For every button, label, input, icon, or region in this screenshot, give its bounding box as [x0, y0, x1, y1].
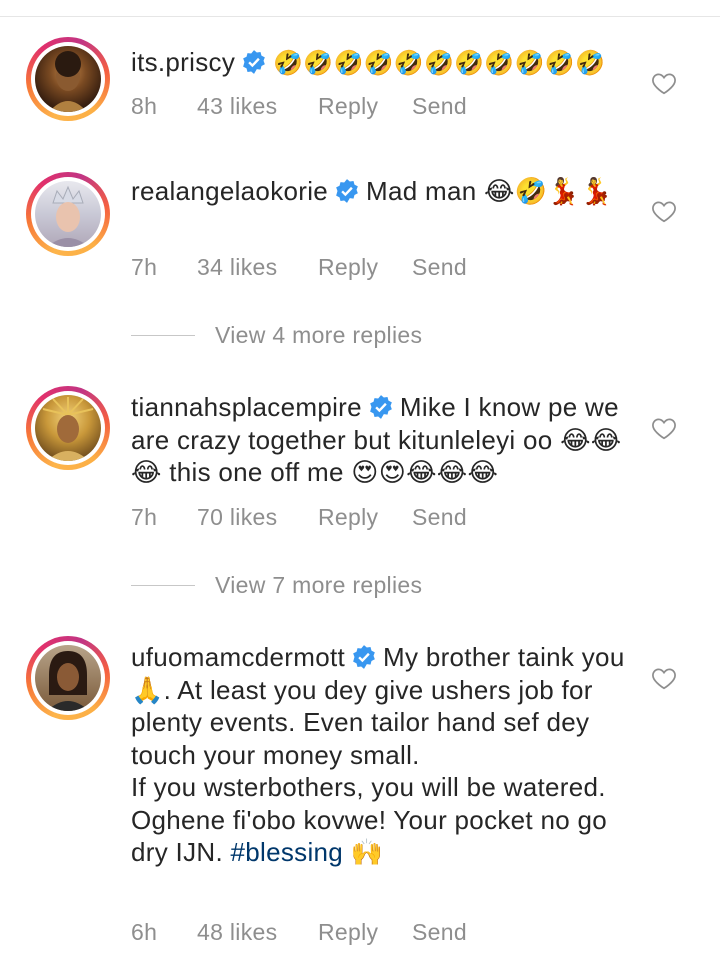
comment-meta: 6h 48 likes Reply Send	[131, 919, 467, 946]
like-heart-icon[interactable]	[651, 666, 677, 690]
comment-time: 7h	[131, 504, 158, 530]
comment-emoji: 🙌	[343, 837, 384, 867]
comment-likes[interactable]: 70 likes	[197, 504, 318, 531]
verified-badge-icon	[243, 50, 265, 74]
comment-time: 7h	[131, 254, 158, 280]
comment-text: tiannahsplacempire Mike I know pe we are …	[131, 391, 631, 489]
comment-text: ufuomamcdermott My brother taink you 🙏. A…	[131, 641, 631, 869]
avatar[interactable]	[26, 37, 110, 121]
comment-content: Mad man 😂🤣💃💃	[366, 176, 613, 206]
view-replies-label: View 7 more replies	[215, 572, 423, 598]
hashtag-link[interactable]: #blessing	[231, 837, 344, 867]
like-heart-icon[interactable]	[651, 71, 677, 95]
like-heart-icon[interactable]	[651, 416, 677, 440]
username[interactable]: tiannahsplacempire	[131, 392, 362, 422]
send-button[interactable]: Send	[412, 254, 467, 281]
send-button[interactable]: Send	[412, 93, 467, 120]
like-heart-icon[interactable]	[651, 199, 677, 223]
avatar[interactable]	[26, 636, 110, 720]
send-button[interactable]: Send	[412, 504, 467, 531]
send-button[interactable]: Send	[412, 919, 467, 946]
comment-likes[interactable]: 34 likes	[197, 254, 318, 281]
username[interactable]: ufuomamcdermott	[131, 642, 345, 672]
comment-time: 6h	[131, 919, 158, 945]
comment-text: realangelaokorie Mad man 😂🤣💃💃	[131, 175, 631, 208]
top-divider	[0, 16, 720, 17]
comment-meta: 7h 70 likes Reply Send	[131, 504, 467, 531]
reply-button[interactable]: Reply	[318, 254, 412, 281]
verified-badge-icon	[353, 645, 375, 669]
view-more-replies-button[interactable]: View 7 more replies	[131, 572, 422, 599]
reply-button[interactable]: Reply	[318, 919, 412, 946]
reply-button[interactable]: Reply	[318, 504, 412, 531]
avatar[interactable]	[26, 172, 110, 256]
comment-meta: 7h 34 likes Reply Send	[131, 254, 467, 281]
comment-content-line: If you wsterbothers, you will be watered…	[131, 772, 606, 802]
username[interactable]: realangelaokorie	[131, 176, 328, 206]
comment-content: 🤣🤣🤣🤣🤣🤣🤣🤣🤣🤣🤣	[273, 49, 606, 77]
comment-meta: 8h 43 likes Reply Send	[131, 93, 467, 120]
avatar[interactable]	[26, 386, 110, 470]
verified-badge-icon	[336, 179, 358, 203]
replies-divider	[131, 585, 195, 586]
comment-time: 8h	[131, 93, 158, 119]
comment-text: its.priscy 🤣🤣🤣🤣🤣🤣🤣🤣🤣🤣🤣	[131, 46, 631, 80]
reply-button[interactable]: Reply	[318, 93, 412, 120]
username[interactable]: its.priscy	[131, 47, 235, 77]
replies-divider	[131, 335, 195, 336]
comment-likes[interactable]: 48 likes	[197, 919, 318, 946]
verified-badge-icon	[370, 395, 392, 419]
comment-likes[interactable]: 43 likes	[197, 93, 318, 120]
view-replies-label: View 4 more replies	[215, 322, 423, 348]
view-more-replies-button[interactable]: View 4 more replies	[131, 322, 422, 349]
